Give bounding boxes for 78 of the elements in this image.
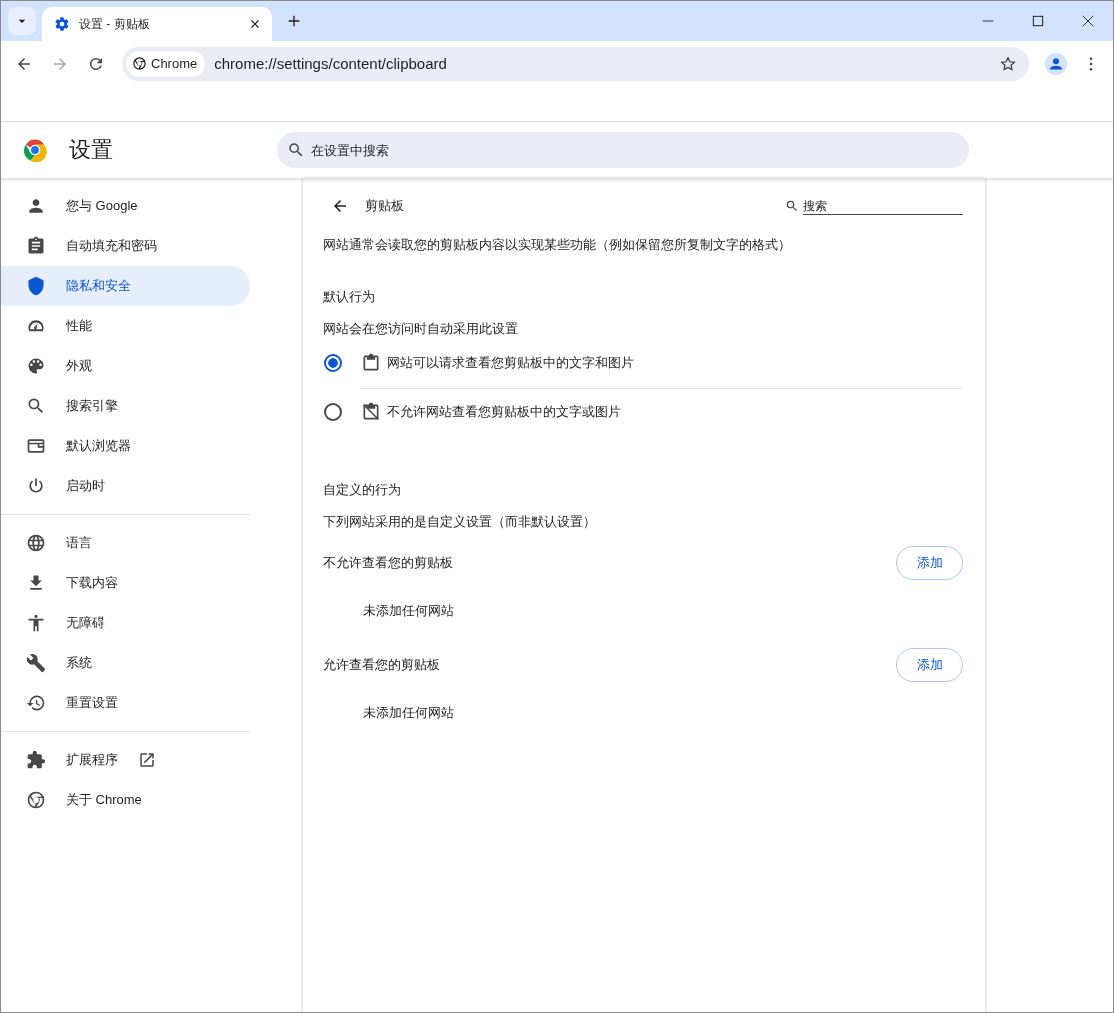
sidebar-label: 语言 — [66, 534, 92, 552]
sidebar-label: 外观 — [66, 357, 92, 375]
sidebar-label: 扩展程序 — [66, 751, 118, 769]
search-icon — [785, 199, 799, 213]
chrome-logo-icon — [132, 56, 147, 71]
star-icon[interactable] — [999, 54, 1017, 73]
sidebar-label: 隐私和安全 — [66, 277, 131, 295]
option-label: 不允许网站查看您剪贴板中的文字或图片 — [387, 403, 621, 421]
site-chip[interactable]: Chrome — [126, 50, 206, 77]
sidebar-label: 自动填充和密码 — [66, 237, 157, 255]
sidebar-item[interactable]: 隐私和安全 — [1, 266, 250, 306]
clipboard-crossed-icon — [361, 402, 381, 422]
chrome-logo-icon — [26, 790, 46, 810]
sidebar-label: 无障碍 — [66, 614, 105, 632]
add-button[interactable]: 添加 — [896, 546, 963, 580]
settings-title: 设置 — [69, 136, 114, 164]
settings-search-field[interactable]: 在设置中搜索 — [277, 132, 969, 168]
sidebar-item[interactable]: 自动填充和密码 — [1, 226, 250, 266]
page-title: 剪贴板 — [365, 197, 404, 215]
add-button[interactable]: 添加 — [896, 648, 963, 682]
sidebar-item[interactable]: 下载内容 — [1, 563, 250, 603]
search-icon — [26, 396, 46, 416]
sidebar-item[interactable]: 扩展程序 — [1, 740, 250, 780]
puzzle-icon — [26, 750, 46, 770]
browser-window-icon — [26, 436, 46, 456]
globe-icon — [26, 533, 46, 553]
sidebar-item[interactable]: 重置设置 — [1, 683, 250, 723]
sidebar-label: 下载内容 — [66, 574, 118, 592]
sidebar-label: 搜索引擎 — [66, 397, 118, 415]
history-icon — [26, 693, 46, 713]
description-text: 网站通常会读取您的剪贴板内容以实现某些功能（例如保留您所复制文字的格式） — [323, 236, 792, 254]
sidebar-label: 启动时 — [66, 477, 105, 495]
sidebar-item[interactable]: 关于 Chrome — [1, 780, 250, 820]
section-heading: 自定义的行为 — [323, 481, 402, 499]
palette-icon — [26, 356, 46, 376]
accessibility-icon — [26, 613, 46, 633]
profile-avatar-icon[interactable] — [1045, 52, 1067, 75]
search-icon — [287, 141, 305, 159]
sidebar-label: 默认浏览器 — [66, 437, 131, 455]
section-heading: 默认行为 — [323, 288, 376, 306]
empty-list-text: 未添加任何网站 — [362, 602, 455, 620]
list-title: 不允许查看您的剪贴板 — [323, 554, 453, 572]
sidebar-item[interactable]: 外观 — [1, 346, 250, 386]
sidebar-label: 重置设置 — [66, 694, 118, 712]
option-label: 网站可以请求查看您剪贴板中的文字和图片 — [387, 354, 634, 372]
sidebar-item[interactable]: 无障碍 — [1, 603, 250, 643]
radio-button[interactable] — [324, 354, 342, 372]
chip-label: Chrome — [151, 56, 198, 71]
sidebar-item[interactable]: 系统 — [1, 643, 250, 683]
sidebar-label: 系统 — [66, 654, 92, 672]
wrench-icon — [26, 653, 46, 673]
list-title: 允许查看您的剪贴板 — [323, 656, 440, 674]
sidebar-item[interactable]: 启动时 — [1, 466, 250, 506]
sidebar-item[interactable]: 默认浏览器 — [1, 426, 250, 466]
radio-button[interactable] — [324, 403, 342, 421]
sidebar-item[interactable]: 性能 — [1, 306, 250, 346]
empty-list-text: 未添加任何网站 — [362, 704, 455, 722]
page-search-field[interactable]: 搜索 — [803, 197, 963, 215]
sidebar-label: 您与 Google — [66, 197, 138, 215]
clipboard-icon — [361, 353, 381, 373]
url-text: chrome://settings/content/clipboard — [214, 55, 448, 72]
new-tab-icon[interactable] — [286, 13, 302, 29]
sidebar-label: 性能 — [66, 317, 92, 335]
tab-title: 设置 - 剪贴板 — [79, 15, 151, 33]
sidebar-item[interactable]: 搜索引擎 — [1, 386, 250, 426]
gear-icon — [54, 16, 70, 32]
section-subtitle: 网站会在您访问时自动采用此设置 — [323, 320, 519, 338]
section-subtitle: 下列网站采用的是自定义设置（而非默认设置） — [323, 513, 597, 531]
shield-icon — [26, 276, 46, 296]
sidebar-item[interactable]: 语言 — [1, 523, 250, 563]
sidebar-label: 关于 Chrome — [66, 791, 142, 809]
close-icon[interactable] — [1081, 14, 1095, 28]
maximize-icon[interactable] — [1031, 14, 1045, 28]
clipboard-icon — [26, 236, 46, 256]
sidebar-item[interactable]: 您与 Google — [1, 186, 250, 226]
address-bar[interactable]: Chrome chrome://settings/content/clipboard — [122, 46, 1029, 81]
browser-tab[interactable]: 设置 - 剪贴板 — [42, 7, 272, 41]
chrome-logo-icon — [23, 138, 47, 162]
